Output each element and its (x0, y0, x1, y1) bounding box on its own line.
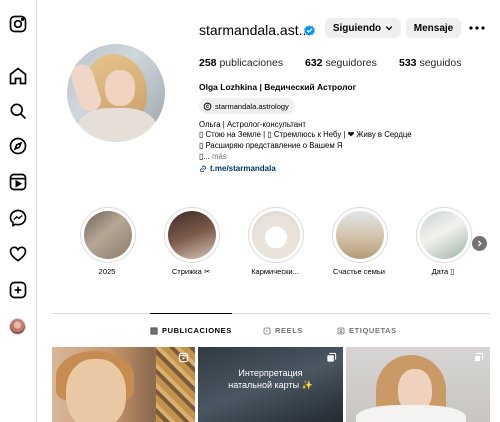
tabs-divider (52, 313, 490, 314)
tab-posts[interactable]: PUBLICACIONES (150, 326, 232, 335)
reel-badge-icon (178, 352, 189, 363)
search-icon[interactable] (8, 101, 28, 121)
bio-truncated-text: ▯... (199, 152, 210, 161)
following-count: 533 (399, 57, 417, 69)
following-button[interactable]: Siguiendo (325, 18, 401, 38)
bio-line: ▯ Стою на Земле | ▯ Стремлюсь к Небу | ❤… (199, 130, 412, 139)
grid-icon (150, 327, 158, 334)
reels-icon[interactable] (8, 172, 28, 192)
highlight-cover (168, 211, 216, 259)
threads-logo-icon (203, 102, 212, 110)
followers-label: seguidores (325, 57, 377, 69)
message-button[interactable]: Mensaje (406, 18, 461, 38)
following-stat[interactable]: 533 seguidos (399, 57, 461, 69)
post-photo-shape (356, 405, 466, 422)
profile-avatar[interactable] (67, 44, 165, 142)
more-options-icon[interactable] (468, 22, 486, 34)
highlight-label: Стрижка ✂ (171, 267, 211, 276)
post-caption-overlay: Интерпретация натальной карты ✨ (198, 367, 343, 391)
highlight-label: Дата ▯ (431, 267, 455, 276)
messenger-icon[interactable] (8, 208, 28, 228)
posts-count-stat: 258 publicaciones (199, 57, 283, 69)
post-thumbnail[interactable] (52, 347, 195, 422)
highlight-label: Кармически... (251, 267, 299, 276)
post-photo-shape (156, 347, 195, 422)
profile-link[interactable]: t.me/starmandala (199, 164, 276, 173)
highlights-next-button[interactable] (472, 236, 487, 251)
own-profile-avatar[interactable] (9, 318, 26, 335)
create-plus-icon[interactable] (8, 280, 28, 300)
reels-icon (263, 327, 271, 334)
threads-badge[interactable]: starmandala.astrology (199, 98, 295, 114)
highlight-item[interactable] (164, 207, 220, 263)
highlight-label: 2025 (98, 267, 116, 276)
post-photo-shape (66, 359, 126, 422)
avatar-sweater-shape (77, 108, 157, 142)
profile-link-text: t.me/starmandala (210, 164, 276, 173)
active-tab-indicator (150, 313, 232, 314)
home-icon[interactable] (8, 66, 28, 86)
highlight-item[interactable] (248, 207, 304, 263)
notifications-heart-icon[interactable] (8, 244, 28, 264)
profile-username: starmandala.ast... (199, 22, 311, 38)
highlight-cover (336, 211, 384, 259)
bio-line: Ольга | Астролог-консультант (199, 120, 307, 129)
post-thumbnail[interactable]: Интерпретация натальной карты ✨ (198, 347, 343, 422)
chevron-down-icon (385, 26, 393, 31)
instagram-logo-icon[interactable] (8, 14, 28, 34)
highlight-item[interactable] (332, 207, 388, 263)
tab-tagged[interactable]: ETIQUETAS (337, 326, 397, 335)
followers-count: 632 (305, 57, 323, 69)
tab-reels-label: REELS (275, 326, 304, 335)
profile-full-name: Olga Lozhkina | Ведический Астролог (199, 82, 357, 92)
threads-handle: starmandala.astrology (215, 101, 289, 111)
bio-line: ▯... más (199, 152, 227, 162)
tab-posts-label: PUBLICACIONES (162, 326, 232, 335)
highlight-item[interactable] (416, 207, 472, 263)
posts-count: 258 (199, 57, 217, 69)
highlight-cover (84, 211, 132, 259)
carousel-badge-icon (327, 352, 337, 362)
post-caption-line: Интерпретация (238, 368, 303, 378)
verified-badge-icon (304, 25, 315, 36)
highlight-label: Счастье семьи (333, 267, 385, 276)
highlight-cover (252, 211, 300, 259)
following-label: seguidos (419, 57, 462, 69)
bio-line: ▯ Расширяю представление о Вашем Я (199, 141, 343, 150)
link-icon (200, 165, 206, 172)
followers-stat[interactable]: 632 seguidores (305, 57, 377, 69)
explore-compass-icon[interactable] (8, 136, 28, 156)
carousel-badge-icon (474, 352, 484, 362)
message-button-label: Mensaje (413, 22, 454, 34)
avatar-face-shape (105, 70, 135, 106)
tagged-person-icon (337, 327, 345, 334)
chevron-right-icon (478, 240, 482, 247)
posts-label: publicaciones (219, 57, 284, 69)
post-caption-line: натальной карты ✨ (228, 380, 313, 390)
highlight-cover (420, 211, 468, 259)
bio-more-link[interactable]: más (212, 152, 227, 161)
post-thumbnail[interactable] (346, 347, 490, 422)
tab-reels[interactable]: REELS (263, 326, 303, 335)
sidebar-nav (0, 0, 37, 422)
highlight-item[interactable] (80, 207, 136, 263)
following-button-label: Siguiendo (332, 22, 382, 34)
tab-tagged-label: ETIQUETAS (349, 326, 397, 335)
